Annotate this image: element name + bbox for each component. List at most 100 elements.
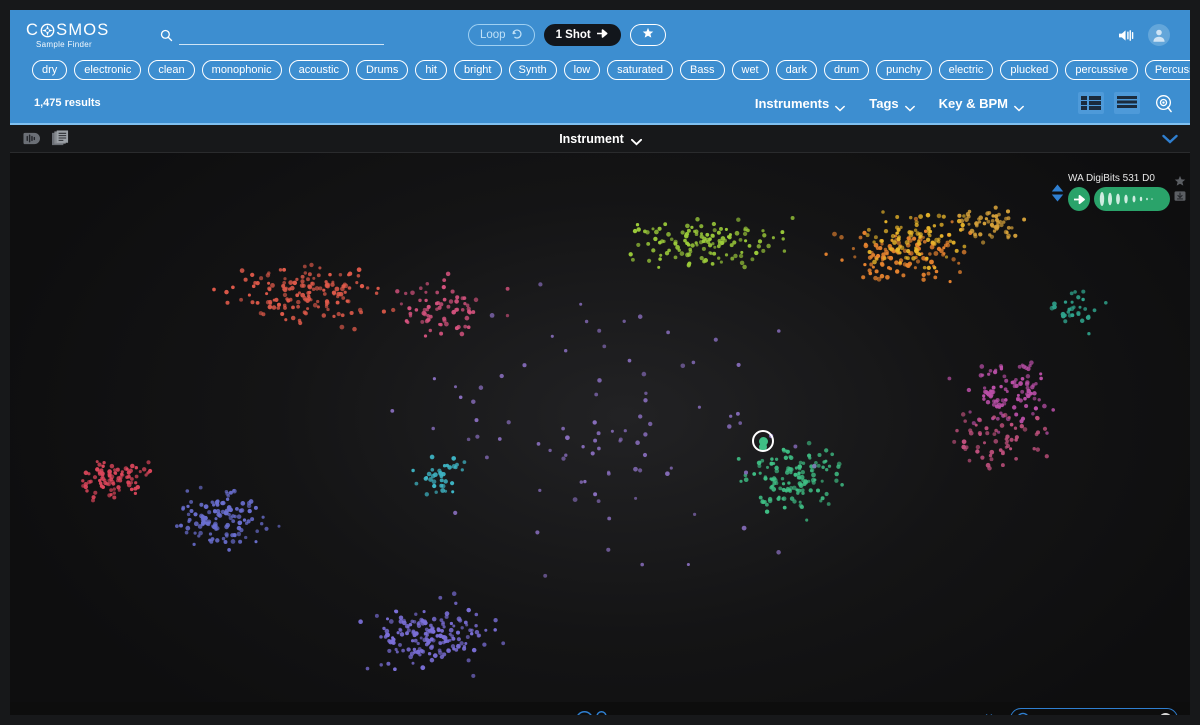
triangle-down-icon[interactable] [1051,194,1064,202]
filter-key-bpm[interactable]: Key & BPM [938,95,1024,112]
tag-pill[interactable]: saturated [607,60,674,80]
search-container [160,25,390,45]
tag-pill[interactable]: electronic [74,60,142,80]
page-dot[interactable] [1133,714,1142,715]
play-arrow-icon[interactable] [1068,187,1090,211]
sample-map-canvas[interactable]: WA DigiBits 531 D0 [10,153,1190,702]
speaker-icon[interactable] [1117,28,1136,43]
grouping-selector-container: Instrument [10,130,1190,148]
pagination-controls [976,708,1178,715]
loop-label: Loop [480,29,506,41]
bottom-toolbar [10,702,1190,715]
toolbar-left-group [22,130,70,147]
capsule-icon[interactable] [595,710,608,715]
arrow-right-icon [596,28,609,42]
view-toggle-group [1078,92,1176,114]
tag-pill[interactable]: monophonic [201,60,282,80]
app-header: C SMOS Sample Finder Loop 1 Shot dry ele… [10,10,1190,125]
filter-key-bpm-label: Key & BPM [938,95,1008,111]
tag-pill[interactable]: plucked [1000,60,1059,80]
tag-pill[interactable]: punchy [876,60,932,80]
tag-pill[interactable]: Percussion [1144,60,1190,80]
results-count: 1,475 results [34,97,101,109]
tag-pill[interactable]: wet [731,60,769,80]
history-clock-icon[interactable] [1016,712,1030,715]
page-dot[interactable] [1105,714,1114,715]
waveform-icon[interactable] [1094,187,1170,211]
star-icon [642,26,654,44]
filter-dropdowns: Instruments Tags Key & BPM [755,92,1176,114]
chevron-up-icon[interactable] [609,714,626,715]
tag-pill[interactable]: bright [453,60,502,80]
page-dot[interactable] [1091,714,1100,715]
star-icon[interactable] [1174,175,1186,187]
page-dot[interactable] [1077,714,1086,715]
sample-player [1068,187,1170,211]
tag-pill[interactable]: hit [415,60,447,80]
card-actions [1174,173,1186,202]
chevron-down-icon [904,100,915,112]
tag-pill[interactable]: drum [824,60,870,80]
page-nav-arrows[interactable] [976,713,1002,715]
tag-pill[interactable]: low [563,60,601,80]
scatter-plot[interactable] [10,153,1190,702]
page-dot[interactable] [1147,714,1156,715]
logo-subtitle: Sample Finder [36,39,92,49]
chevron-down-icon [630,135,642,146]
tag-pill[interactable]: electric [938,60,994,80]
selected-sample-dot [758,436,768,446]
sample-preview-card: WA DigiBits 531 D0 [1045,171,1190,213]
compass-globe-icon [40,23,55,38]
logo-text-right: SMOS [56,20,110,39]
tag-filter-row: dry electronic clean monophonic acoustic… [10,54,1190,84]
waveform-speaker-icon[interactable] [22,130,41,147]
chevron-down-icon [1014,100,1024,112]
filter-instruments[interactable]: Instruments [754,95,846,112]
filter-tags[interactable]: Tags [869,95,915,112]
page-dot[interactable] [1049,714,1058,715]
tag-pill[interactable]: dry [32,60,68,80]
grouping-label: Instrument [559,131,624,146]
search-input[interactable] [179,25,384,45]
user-avatar-icon[interactable] [1148,24,1170,46]
sample-title: WA DigiBits 531 D0 [1068,173,1155,184]
loop-arrow-icon [511,28,523,43]
grid-view-icon[interactable] [1078,92,1104,114]
loop-mode-button[interactable]: Loop [468,24,535,46]
card-nav-arrows [1051,173,1064,202]
tag-pill[interactable]: Bass [680,60,725,80]
playback-mode-group: Loop 1 Shot [468,24,666,46]
favorites-filter-button[interactable] [629,24,666,46]
oneshot-label: 1 Shot [555,29,591,41]
filter-tags-label: Tags [869,95,899,111]
page-dot[interactable] [1119,714,1128,715]
page-dots-container [1010,708,1178,715]
selected-sample-marker[interactable] [752,430,774,452]
page-dot-current[interactable] [1161,714,1170,715]
tag-pill[interactable]: acoustic [288,60,349,80]
dot-cluster-icon[interactable] [575,710,594,715]
header-top-row: C SMOS Sample Finder Loop 1 Shot [10,10,1190,54]
logo-text-left: C [26,20,40,39]
oneshot-mode-button[interactable]: 1 Shot [543,24,621,46]
tag-pill[interactable]: Drums [355,60,409,80]
app-logo: C SMOS Sample Finder [22,20,162,49]
header-right-group [1117,24,1178,46]
tag-pill[interactable]: clean [148,60,195,80]
grouping-selector[interactable]: Instrument [559,131,642,146]
logo-wordmark: C SMOS [26,20,162,39]
list-view-icon[interactable] [1114,92,1140,114]
tag-pill[interactable]: Synth [508,60,557,80]
download-icon[interactable] [1174,190,1186,202]
filter-toolbar: 1,475 results Instruments Tags Key & BPM [10,84,1190,122]
orbit-icon[interactable] [1150,92,1176,114]
triangle-up-icon[interactable] [1051,184,1064,192]
page-dot[interactable] [1035,714,1044,715]
tag-pill[interactable]: percussive [1065,60,1138,80]
filter-instruments-label: Instruments [754,95,830,111]
panel-collapse-button[interactable] [1162,134,1178,144]
workspace-toolbar: Instrument [10,125,1190,153]
page-dot[interactable] [1063,714,1072,715]
stacked-layers-icon[interactable] [51,130,70,147]
tag-pill[interactable]: dark [775,60,818,80]
